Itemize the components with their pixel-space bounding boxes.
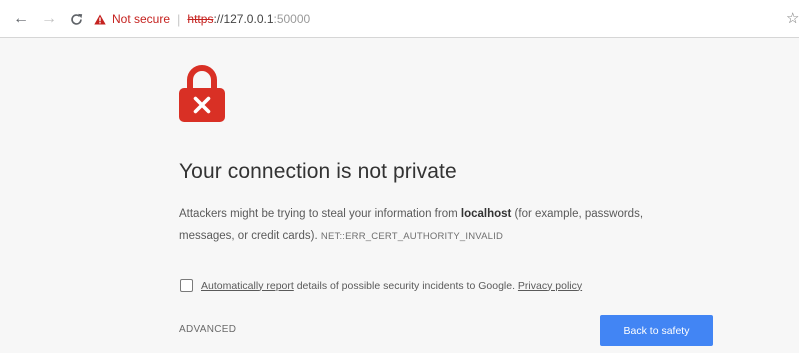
star-icon[interactable]: ☆ <box>786 9 799 27</box>
browser-toolbar: ← → Not secure | https :// 127.0.0.1 :50… <box>0 0 799 38</box>
privacy-policy-link[interactable]: Privacy policy <box>518 280 582 292</box>
warning-triangle-icon <box>94 14 106 25</box>
broken-lock-icon <box>179 65 225 122</box>
back-button[interactable]: ← <box>12 9 30 29</box>
url-separator: :// <box>213 12 224 26</box>
reload-icon <box>70 13 82 25</box>
arrow-right-icon: → <box>41 10 57 27</box>
arrow-left-icon: ← <box>13 10 29 27</box>
omnibox-divider: | <box>177 11 181 27</box>
address-bar[interactable]: Not secure | https :// 127.0.0.1 :50000 <box>94 6 784 32</box>
url-port: :50000 <box>273 12 311 26</box>
security-status-label[interactable]: Not secure <box>112 12 170 26</box>
forward-button[interactable]: → <box>40 9 58 29</box>
report-text: details of possible security incidents t… <box>293 279 515 292</box>
reload-button[interactable] <box>67 9 85 29</box>
url-scheme: https <box>187 12 214 26</box>
advanced-button[interactable]: ADVANCED <box>179 324 236 335</box>
back-to-safety-button[interactable]: Back to safety <box>600 315 713 346</box>
report-option: Automatically report details of possible… <box>180 279 582 292</box>
description-text: Attackers might be trying to steal your … <box>179 208 461 220</box>
automatic-report-link[interactable]: Automatically report <box>201 280 294 292</box>
interstitial-page: Your connection is not private Attackers… <box>0 38 799 353</box>
page-title: Your connection is not private <box>179 160 457 183</box>
description-host: localhost <box>460 208 512 220</box>
error-description: Attackers might be trying to steal your … <box>179 203 659 248</box>
error-code: NET::ERR_CERT_AUTHORITY_INVALID <box>320 231 504 242</box>
url-host: 127.0.0.1 <box>223 12 274 26</box>
report-checkbox[interactable] <box>180 279 193 292</box>
